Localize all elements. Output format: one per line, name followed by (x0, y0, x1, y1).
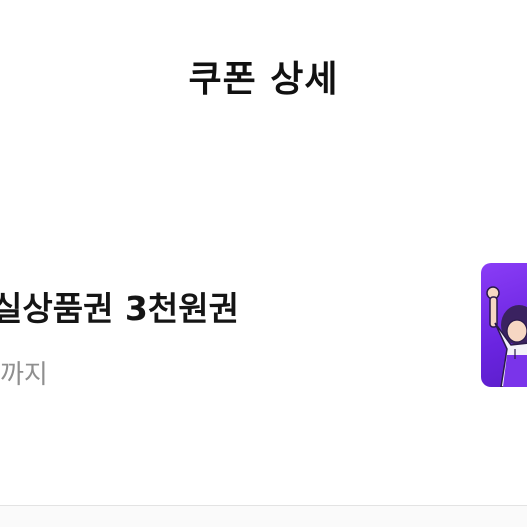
coupon-thumbnail (481, 263, 527, 387)
cheering-character-icon (486, 286, 527, 387)
page-title: 쿠폰 상세 (188, 59, 339, 100)
coupon-expiry: 까지 (0, 360, 48, 390)
bottom-area (0, 506, 527, 527)
coupon-name: 실상품권 3천원권 (0, 289, 239, 328)
